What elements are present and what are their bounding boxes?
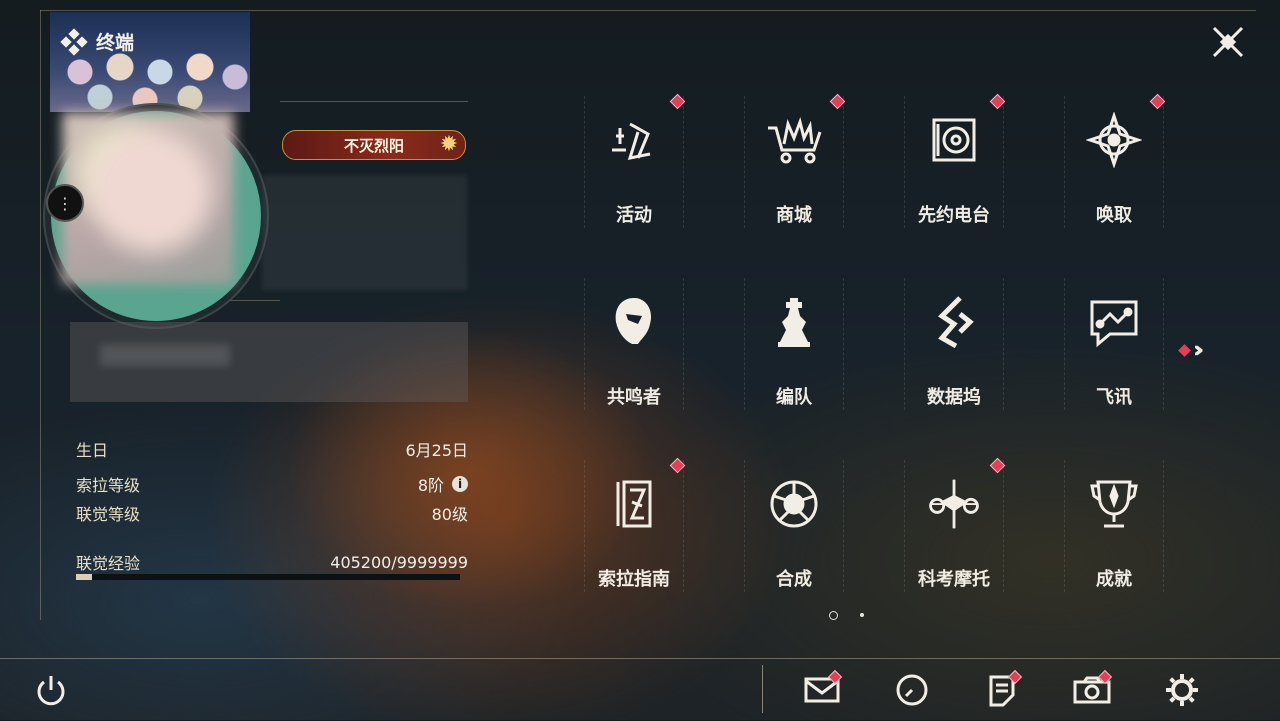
stat-birthday-label: 生日	[76, 441, 109, 460]
message-icon	[1084, 292, 1144, 352]
radio-icon	[924, 110, 984, 170]
stat-birthday: 生日 6月25日	[76, 437, 468, 461]
sun-icon: ✹	[439, 132, 459, 157]
menu-item-databank[interactable]: 数据坞	[874, 272, 1034, 450]
menu-item-synthesis[interactable]: 合成	[714, 454, 874, 632]
double-chevron-right-icon: ›››	[1193, 338, 1205, 363]
menu-item-motorbike[interactable]: 科考摩托	[874, 454, 1034, 632]
event-icon	[604, 110, 664, 170]
guidebook-icon	[604, 474, 664, 534]
diamond-logo-icon	[60, 27, 88, 56]
player-signature-redacted[interactable]	[70, 322, 468, 402]
menu-item-radio[interactable]: 先约电台	[874, 90, 1034, 268]
stat-union-level-label: 联觉等级	[76, 505, 141, 524]
stat-birthday-value: 6月25日	[405, 441, 468, 460]
menu-item-label: 数据坞	[927, 387, 981, 408]
title-badge[interactable]: 不灭烈阳 ✹	[282, 130, 466, 160]
motorbike-icon	[924, 474, 984, 534]
power-icon	[37, 676, 65, 706]
gear-icon	[1166, 674, 1198, 706]
page-indicator-1[interactable]	[829, 611, 838, 620]
terminal-title: 终端	[60, 27, 135, 56]
databank-icon	[924, 292, 984, 352]
menu-item-achievements[interactable]: 成就	[1034, 454, 1194, 632]
title-badge-label: 不灭烈阳	[343, 136, 404, 155]
settings-button[interactable]	[1160, 670, 1204, 710]
frame-left-line	[40, 10, 41, 620]
menu-item-label: 活动	[616, 205, 652, 226]
menu-item-resonators[interactable]: 共鸣者	[554, 272, 714, 450]
mail-button[interactable]	[800, 669, 844, 710]
menu-item-guidebook[interactable]: 索拉指南	[554, 454, 714, 632]
menu-item-label: 合成	[776, 569, 812, 590]
power-button[interactable]	[32, 672, 70, 710]
menu-item-label: 共鸣者	[607, 387, 661, 408]
menu-item-label: 索拉指南	[598, 569, 670, 590]
menu-item-label: 先约电台	[918, 205, 990, 226]
exp-progress-bar	[76, 574, 460, 580]
function-menu: 活动 商城 先约电台 唤取 共鸣者 编队 数据坞 飞讯 索拉指南 合成 科考摩托…	[554, 90, 1194, 600]
profile-banner[interactable]	[50, 12, 250, 112]
resonator-icon	[604, 292, 664, 352]
menu-item-convene[interactable]: 唤取	[1034, 90, 1194, 268]
terminal-title-text: 终端	[96, 32, 135, 54]
next-page-button[interactable]: ›››	[1178, 338, 1205, 363]
convene-icon	[1084, 110, 1144, 170]
close-icon	[1212, 26, 1244, 58]
menu-item-label: 编队	[776, 387, 812, 408]
menu-item-team[interactable]: 编队	[714, 272, 874, 450]
stat-sol-level-label: 索拉等级	[76, 476, 141, 495]
menu-item-shop[interactable]: 商城	[714, 90, 874, 268]
frame-inner-line	[280, 101, 468, 102]
menu-item-label: 商城	[776, 205, 812, 226]
close-button[interactable]	[1208, 22, 1248, 62]
stat-union-exp-value: 405200/9999999	[330, 552, 468, 572]
stat-union-level-value: 80级	[431, 505, 468, 524]
menu-item-label: 唤取	[1096, 205, 1132, 226]
page-indicator-2[interactable]	[860, 613, 864, 617]
shop-icon	[764, 110, 824, 170]
exp-progress-fill	[76, 574, 92, 580]
menu-item-label: 科考摩托	[918, 569, 990, 590]
synthesis-icon	[764, 474, 824, 534]
avatar[interactable]	[62, 112, 234, 284]
edit-avatar-button[interactable]: ⋮	[46, 184, 84, 222]
notes-button[interactable]	[980, 669, 1024, 710]
stat-sol-level: 索拉等级 8阶 i	[76, 472, 468, 496]
stat-union-level: 联觉等级 80级	[76, 501, 468, 525]
menu-item-events[interactable]: 活动	[554, 90, 714, 268]
trophy-icon	[1084, 474, 1144, 534]
stat-sol-level-value: 8阶	[417, 476, 444, 495]
stat-union-exp: 联觉经验 405200/9999999	[76, 550, 468, 574]
clock-icon	[896, 674, 928, 706]
menu-item-messages[interactable]: 飞讯	[1034, 272, 1194, 450]
more-icon: ⋮	[57, 193, 73, 213]
frame-top-line	[40, 10, 1256, 11]
info-icon[interactable]: i	[452, 476, 468, 492]
player-name-redacted	[262, 175, 467, 290]
menu-item-label: 飞讯	[1096, 387, 1132, 408]
camera-button[interactable]	[1070, 669, 1114, 710]
time-button[interactable]	[890, 670, 934, 710]
menu-item-label: 成就	[1096, 569, 1132, 590]
stat-union-exp-label: 联觉经验	[76, 554, 141, 573]
notification-dot	[1178, 344, 1191, 357]
bottom-divider	[762, 665, 763, 713]
team-icon	[764, 292, 824, 352]
